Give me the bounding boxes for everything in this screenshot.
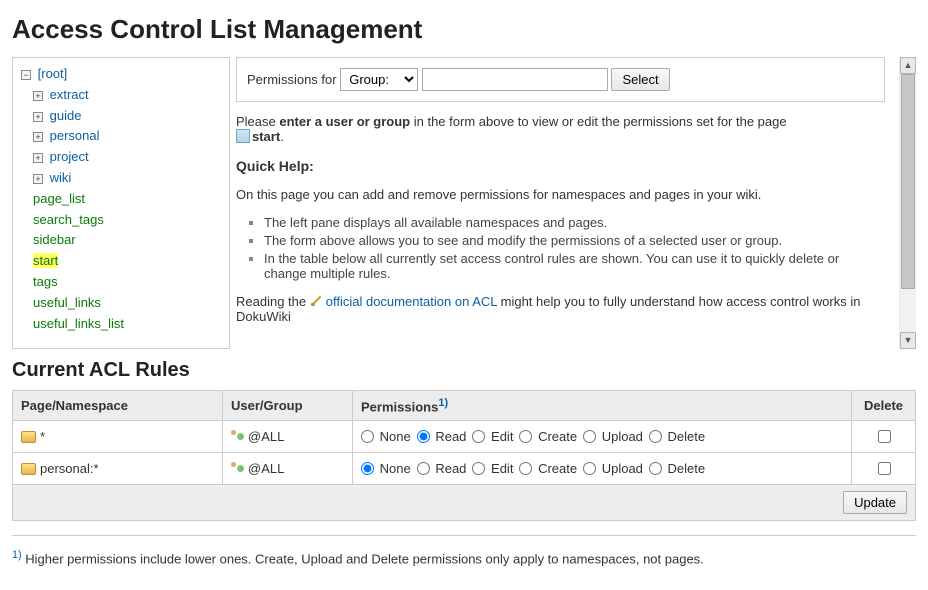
scroll-thumb[interactable] [901, 74, 915, 289]
tree-page[interactable]: start [33, 253, 58, 268]
expand-icon[interactable]: + [33, 132, 43, 142]
tree-page[interactable]: search_tags [33, 212, 104, 227]
perm-radio-delete[interactable] [649, 462, 662, 475]
tree-page[interactable]: page_list [33, 191, 85, 206]
namespace-icon [21, 431, 36, 443]
quick-help: Quick Help: On this page you can add and… [236, 158, 885, 324]
acl-docs-link[interactable]: official documentation on ACL [326, 294, 497, 309]
tree-page[interactable]: useful_links_list [33, 316, 124, 331]
update-button[interactable]: Update [843, 491, 907, 514]
perm-radio-edit[interactable] [472, 430, 485, 443]
quick-help-b3: In the table below all currently set acc… [264, 251, 885, 281]
perm-label: Delete [668, 461, 706, 476]
intro-text: Please enter a user or group in the form… [236, 114, 885, 144]
col-delete-header: Delete [852, 391, 916, 421]
perm-radio-upload[interactable] [583, 430, 596, 443]
namespace-icon [21, 463, 36, 475]
select-button[interactable]: Select [611, 68, 669, 91]
tree-namespace[interactable]: wiki [50, 170, 72, 185]
tree-root-link[interactable]: [root] [38, 66, 68, 81]
expand-icon[interactable]: + [33, 174, 43, 184]
perm-label: Edit [491, 429, 513, 444]
expand-icon[interactable]: + [33, 91, 43, 101]
quick-help-heading: Quick Help: [236, 158, 885, 174]
perm-radio-edit[interactable] [472, 462, 485, 475]
page-title: Access Control List Management [12, 14, 916, 45]
expand-icon[interactable]: + [33, 112, 43, 122]
table-row: * @ALL None Read Edit Create Upload Delet… [13, 421, 916, 453]
group-icon [231, 430, 245, 443]
perm-radio-none[interactable] [361, 430, 374, 443]
perm-label: Edit [491, 461, 513, 476]
scroll-track[interactable] [900, 74, 916, 332]
perm-label: Read [435, 461, 466, 476]
edit-icon [310, 294, 324, 308]
perm-label: Upload [602, 461, 643, 476]
quick-help-reading: Reading the official documentation on AC… [236, 294, 885, 324]
page-icon [236, 129, 250, 143]
scope-select[interactable]: Group: [340, 68, 418, 91]
rule-user: @ALL [248, 461, 284, 476]
perm-radio-read[interactable] [417, 462, 430, 475]
group-icon [231, 462, 245, 475]
perm-radio-create[interactable] [519, 430, 532, 443]
principal-input[interactable] [422, 68, 608, 91]
rule-page: * [40, 429, 45, 444]
quick-help-p1: On this page you can add and remove perm… [236, 187, 885, 202]
rules-heading: Current ACL Rules [12, 359, 916, 382]
perm-label: Create [538, 461, 577, 476]
table-row: personal:* @ALL None Read Edit Create Upl… [13, 453, 916, 485]
quick-help-b1: The left pane displays all available nam… [264, 215, 885, 230]
permissions-for-label: Permissions for [247, 72, 337, 87]
tree-namespace[interactable]: personal [50, 128, 100, 143]
perm-footnote-ref[interactable]: 1) [438, 397, 448, 409]
collapse-icon[interactable]: − [21, 70, 31, 80]
permissions-form: Permissions for Group: Select [236, 57, 885, 102]
perm-radio-delete[interactable] [649, 430, 662, 443]
perm-label: Create [538, 429, 577, 444]
perm-label: Upload [602, 429, 643, 444]
expand-icon[interactable]: + [33, 153, 43, 163]
tree-namespace[interactable]: guide [50, 108, 82, 123]
perm-radio-read[interactable] [417, 430, 430, 443]
col-user-header: User/Group [223, 391, 353, 421]
namespace-tree: − [root] + extract + guide + personal + proj… [12, 57, 230, 349]
permissions-panel: Permissions for Group: Select Please ent… [236, 57, 899, 349]
scrollbar[interactable]: ▲ ▼ [899, 57, 916, 349]
perm-label: Delete [668, 429, 706, 444]
tree-page[interactable]: sidebar [33, 232, 76, 247]
perm-radio-create[interactable] [519, 462, 532, 475]
divider [12, 535, 916, 536]
tree-namespace[interactable]: project [50, 149, 89, 164]
scroll-down-button[interactable]: ▼ [900, 332, 916, 349]
quick-help-b2: The form above allows you to see and mod… [264, 233, 885, 248]
rule-page: personal:* [40, 461, 99, 476]
tree-namespace[interactable]: extract [50, 87, 89, 102]
rule-user: @ALL [248, 429, 284, 444]
tree-page[interactable]: useful_links [33, 295, 101, 310]
footnote: 1) Higher permissions include lower ones… [12, 549, 916, 566]
acl-rules-table: Page/Namespace User/Group Permissions1) … [12, 390, 916, 521]
col-page-header: Page/Namespace [13, 391, 223, 421]
delete-checkbox[interactable] [878, 462, 891, 475]
perm-radio-none[interactable] [361, 462, 374, 475]
perm-label: Read [435, 429, 466, 444]
scroll-up-button[interactable]: ▲ [900, 57, 916, 74]
tree-page[interactable]: tags [33, 274, 58, 289]
perm-radio-upload[interactable] [583, 462, 596, 475]
perm-label: None [380, 429, 411, 444]
col-perm-header: Permissions1) [353, 391, 852, 421]
perm-label: None [380, 461, 411, 476]
delete-checkbox[interactable] [878, 430, 891, 443]
